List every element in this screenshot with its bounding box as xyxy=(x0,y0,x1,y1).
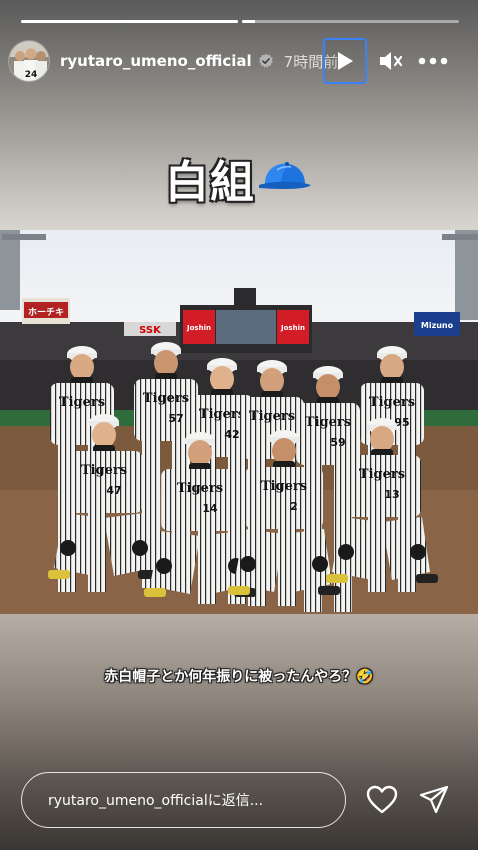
svg-text:ホーチキ: ホーチキ xyxy=(28,307,64,318)
svg-text:Tigers: Tigers xyxy=(199,407,245,422)
more-dots-icon xyxy=(418,57,448,65)
svg-text:Tigers: Tigers xyxy=(359,467,405,482)
svg-text:47: 47 xyxy=(106,484,121,497)
progress-segment xyxy=(21,20,238,23)
svg-text:Tigers: Tigers xyxy=(369,395,415,410)
play-button[interactable] xyxy=(323,38,367,84)
share-button[interactable] xyxy=(416,782,452,818)
more-options-button[interactable] xyxy=(410,38,456,84)
svg-text:Tigers: Tigers xyxy=(177,481,223,496)
svg-text:Tigers: Tigers xyxy=(81,463,127,478)
story-title-sticker: 白組 xyxy=(0,146,478,210)
story-progress-bar xyxy=(21,20,459,23)
svg-text:SSK: SSK xyxy=(139,325,162,336)
verified-badge-icon xyxy=(258,53,273,68)
story-caption: 赤白帽子とか何年振りに被ったんやろ？🤣 xyxy=(104,669,374,685)
svg-text:Tigers: Tigers xyxy=(305,415,351,430)
svg-text:Joshin: Joshin xyxy=(186,324,211,332)
svg-text:Mizuno: Mizuno xyxy=(421,321,454,330)
send-icon xyxy=(419,785,449,814)
speaker-muted-icon xyxy=(380,52,403,70)
reply-input[interactable]: ryutaro_umeno_officialに返信... xyxy=(21,772,346,828)
svg-text:57: 57 xyxy=(168,412,183,425)
svg-text:42: 42 xyxy=(224,428,239,441)
username[interactable]: ryutaro_umeno_official xyxy=(60,52,252,70)
play-icon xyxy=(338,52,353,70)
blue-cap-icon xyxy=(259,162,311,189)
svg-text:Tigers: Tigers xyxy=(261,479,307,494)
svg-text:13: 13 xyxy=(384,488,399,501)
progress-segment xyxy=(242,20,459,23)
team-photo: ホーチキ SSK Mizuno Joshin Joshin Tigers Tige… xyxy=(0,230,478,614)
avatar[interactable]: 24 xyxy=(8,40,50,82)
mute-button[interactable] xyxy=(368,38,414,84)
like-button[interactable] xyxy=(364,782,400,818)
svg-text:Tigers: Tigers xyxy=(143,391,189,406)
heart-icon xyxy=(366,785,398,814)
svg-text:Tigers: Tigers xyxy=(59,395,105,410)
svg-text:Joshin: Joshin xyxy=(280,324,305,332)
story-header: 24 ryutaro_umeno_official 7時間前 xyxy=(8,38,468,84)
svg-text:2: 2 xyxy=(290,500,298,513)
svg-text:24: 24 xyxy=(25,70,38,80)
svg-text:14: 14 xyxy=(202,502,218,515)
title-text: 白組 xyxy=(165,157,255,208)
svg-text:Tigers: Tigers xyxy=(249,409,295,424)
svg-text:59: 59 xyxy=(330,436,345,449)
story-viewer: 24 ryutaro_umeno_official 7時間前 白組 ホーチキ S… xyxy=(0,0,478,850)
